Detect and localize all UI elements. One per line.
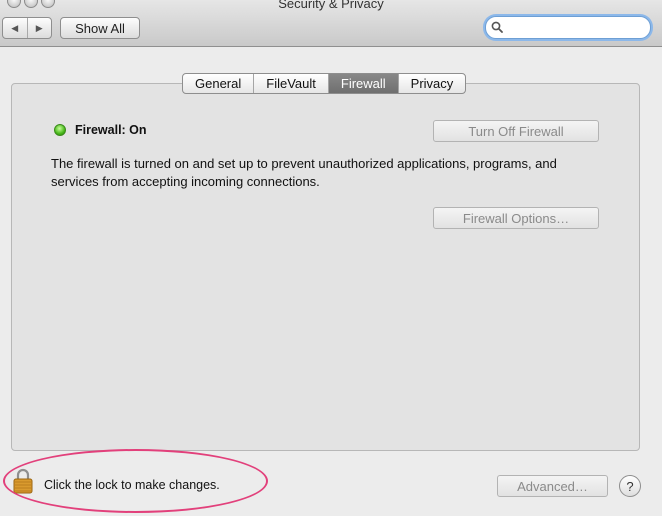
highlight-annotation: [3, 449, 268, 513]
tab-firewall[interactable]: Firewall: [327, 74, 398, 93]
window-title: Security & Privacy: [278, 0, 384, 11]
search-input[interactable]: [508, 19, 644, 37]
preference-tabs: General FileVault Firewall Privacy: [182, 73, 467, 94]
firewall-options-button[interactable]: Firewall Options…: [433, 207, 599, 229]
forward-button[interactable]: ▶: [26, 18, 52, 38]
firewall-status: Firewall: On: [75, 123, 147, 137]
tab-general[interactable]: General: [183, 74, 253, 93]
status-light-icon: [54, 124, 66, 136]
back-button[interactable]: ◀: [3, 18, 27, 38]
tab-filevault[interactable]: FileVault: [253, 74, 328, 93]
turn-off-firewall-button[interactable]: Turn Off Firewall: [433, 120, 599, 142]
window-titlebar: Security & Privacy ◀ ▶ Show All: [0, 0, 662, 47]
advanced-button[interactable]: Advanced…: [497, 475, 608, 497]
firewall-description: The firewall is turned on and set up to …: [51, 156, 557, 189]
tab-privacy[interactable]: Privacy: [397, 74, 466, 93]
search-field[interactable]: [485, 16, 651, 39]
show-all-button[interactable]: Show All: [60, 17, 140, 39]
search-icon: [491, 21, 503, 33]
back-forward-control: ◀ ▶: [2, 17, 52, 39]
help-button[interactable]: ?: [619, 475, 641, 497]
